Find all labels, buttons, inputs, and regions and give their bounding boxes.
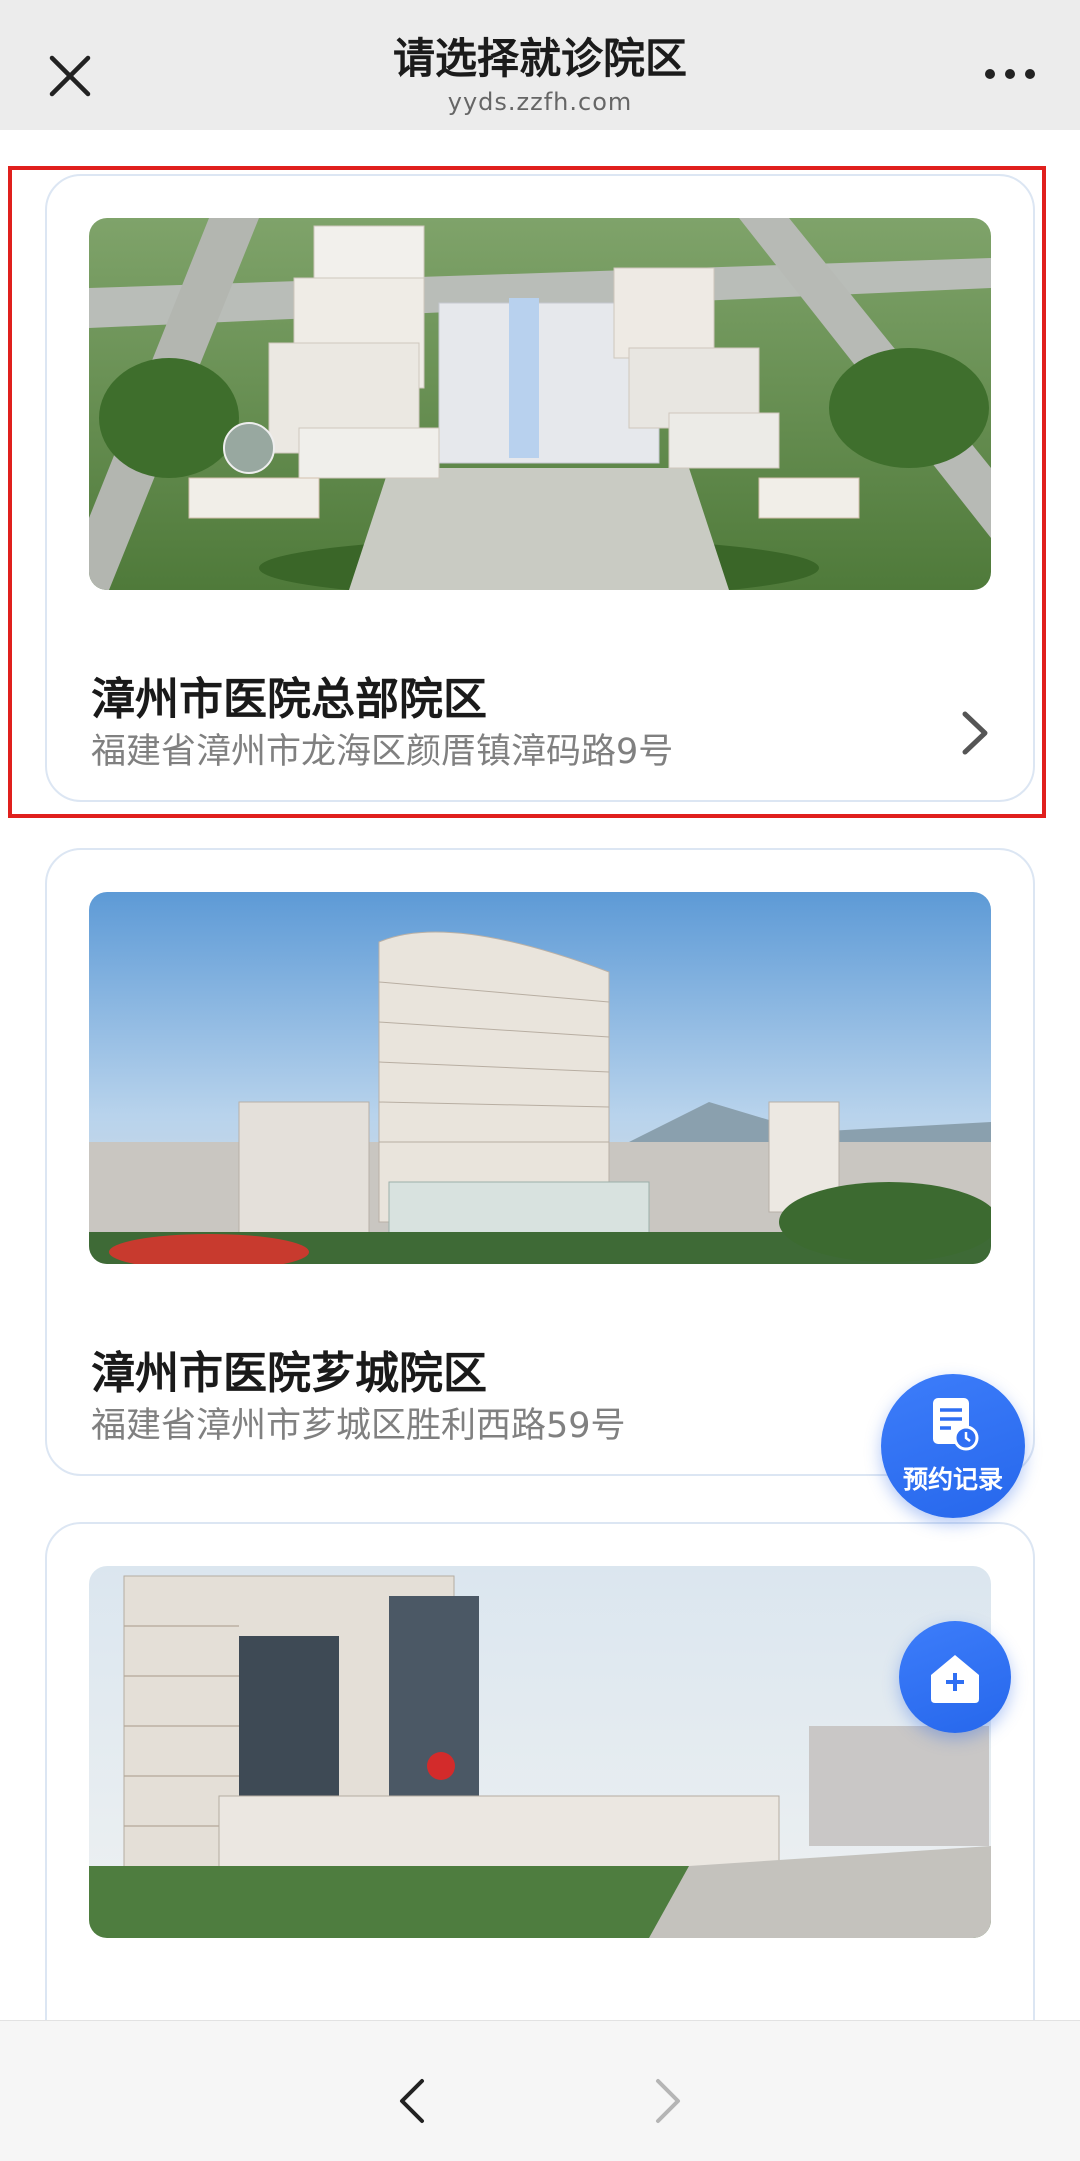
campus-photo-third	[89, 1566, 991, 1938]
document-clock-icon	[933, 1398, 979, 1451]
appointment-records-button[interactable]: 预约记录	[881, 1374, 1025, 1518]
bottom-toolbar	[0, 2020, 1080, 2161]
appointment-records-label: 预约记录	[902, 1465, 1003, 1494]
campus-card-headquarters[interactable]: 漳州市医院总部院区 福建省漳州市龙海区颜厝镇漳码路9号	[45, 174, 1035, 802]
campus-photo-xiangcheng	[89, 892, 991, 1264]
more-icon	[985, 69, 1035, 79]
home-plus-icon	[931, 1655, 979, 1703]
page-title: 请选择就诊院区	[392, 34, 687, 83]
campus-card-xiangcheng[interactable]: 漳州市医院芗城院区 福建省漳州市芗城区胜利西路59号	[45, 848, 1035, 1476]
top-bar: 请选择就诊院区 yyds.zzfh.com	[0, 0, 1080, 130]
campus-name: 漳州市医院芗城院区	[91, 1348, 487, 1399]
chevron-right-icon	[656, 2079, 680, 2123]
back-button[interactable]	[392, 2076, 432, 2126]
campus-name: 漳州市医院总部院区	[91, 674, 487, 725]
title-block: 请选择就诊院区 yyds.zzfh.com	[0, 30, 1080, 116]
campus-address: 福建省漳州市龙海区颜厝镇漳码路9号	[91, 732, 674, 772]
chevron-left-icon	[400, 2079, 424, 2123]
chevron-right-icon	[957, 708, 993, 758]
campus-list: 漳州市医院总部院区 福建省漳州市龙海区颜厝镇漳码路9号 漳州市医院芗城院区 福建…	[0, 130, 1080, 2020]
forward-button[interactable]	[648, 2076, 688, 2126]
home-button[interactable]	[899, 1621, 1011, 1733]
page-url: yyds.zzfh.com	[447, 88, 633, 116]
campus-photo-headquarters	[89, 218, 991, 590]
campus-card-third[interactable]	[45, 1522, 1035, 2020]
more-button[interactable]	[980, 54, 1040, 94]
campus-address: 福建省漳州市芗城区胜利西路59号	[91, 1406, 626, 1446]
